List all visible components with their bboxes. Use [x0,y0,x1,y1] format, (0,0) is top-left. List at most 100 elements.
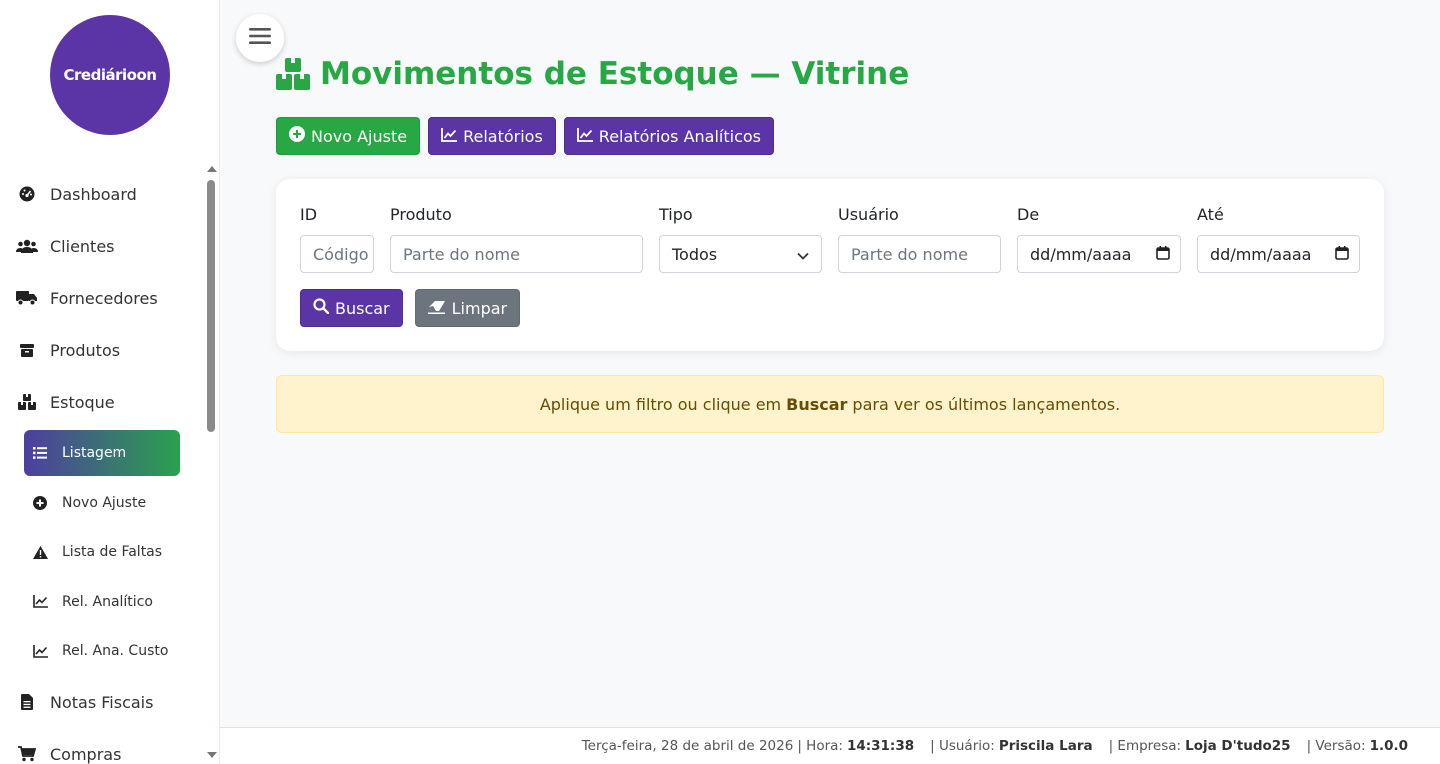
clear-button[interactable]: Limpar [414,289,521,327]
sidebar-subitem-label: Listagem [62,445,127,461]
users-icon [16,237,38,255]
analytic-reports-button[interactable]: Relatórios Analíticos [563,117,775,155]
to-date-label: Até [1197,205,1224,224]
clear-button-label: Limpar [451,298,508,318]
alert-text-after: para ver os últimos lançamentos. [852,394,1121,414]
list-icon [32,445,48,461]
id-label: ID [300,205,318,224]
page-actions: Novo Ajuste Relatórios Relatórios Analít… [276,117,775,155]
sidebar-scrollbar[interactable] [204,160,218,764]
analytic-reports-label: Relatórios Analíticos [598,126,762,146]
sidebar-item-label: Clientes [50,236,115,256]
boxes-icon [16,393,38,411]
search-icon [313,298,330,318]
hamburger-icon [249,27,271,49]
sidebar-item-label: Fornecedores [50,288,158,308]
dashboard-icon [16,185,38,203]
chart-line-icon [576,127,593,146]
sidebar-item-produtos[interactable]: Produtos [0,324,204,376]
filter-card: ID Código Produto Parte do nome Tipo Tod… [276,179,1384,351]
page-title: Movimentos de Estoque — Vitrine [276,52,909,96]
from-date-label: De [1017,205,1040,224]
info-alert: Aplique um filtro ou clique em Buscar pa… [276,375,1384,433]
footer-version: 1.0.0 [1369,738,1408,754]
reports-label: Relatórios [463,126,543,146]
sidebar-subitem-rel-ana-custo[interactable]: Rel. Ana. Custo [0,627,204,677]
warning-icon [32,544,48,560]
footer-company-label: | Empresa: [1108,738,1182,754]
calendar-icon[interactable] [1335,245,1349,264]
product-label: Produto [390,205,452,224]
status-footer: Terça-feira, 28 de abril de 2026 | Hora:… [220,727,1440,764]
to-date-value: dd/mm/aaaa [1210,244,1312,264]
filter-actions: Buscar Limpar [300,289,521,327]
sidebar-item-label: Produtos [50,340,121,360]
user-input[interactable]: Parte do nome [838,235,1001,273]
sidebar-item-estoque[interactable]: Estoque [0,376,204,428]
user-placeholder: Parte do nome [851,244,968,264]
from-date-input[interactable]: dd/mm/aaaa [1017,235,1181,273]
sidebar-item-dashboard[interactable]: Dashboard [0,168,204,220]
type-select[interactable]: Todos [659,235,822,273]
product-placeholder: Parte do nome [403,244,520,264]
user-label: Usuário [838,205,899,224]
cart-icon [16,745,38,763]
plus-circle-icon [32,495,48,511]
footer-time: 14:31:38 [846,738,915,754]
sidebar-subitem-listagem[interactable]: Listagem [24,430,180,476]
boxes-icon [276,58,310,90]
type-selected-value: Todos [672,244,718,264]
sidebar-item-notas-fiscais[interactable]: Notas Fiscais [0,676,204,728]
scroll-down-arrow-icon[interactable] [207,752,217,758]
chart-line-icon [32,643,48,659]
footer-user-label: | Usuário: [930,738,995,754]
new-adjust-label: Novo Ajuste [311,126,408,146]
plus-circle-icon [289,126,305,146]
id-input[interactable]: Código [300,235,374,273]
page-title-text: Movimentos de Estoque — Vitrine [320,56,910,92]
sidebar-item-fornecedores[interactable]: Fornecedores [0,272,204,324]
footer-time-label: | Hora: [797,738,843,754]
sidebar: Crediárioon Dashboard Clientes Fornecedo… [0,0,220,764]
file-icon [16,693,38,711]
box-icon [16,341,38,359]
search-button-label: Buscar [335,298,390,318]
sidebar-subitem-label: Rel. Ana. Custo [62,643,169,660]
sidebar-item-label: Dashboard [50,184,137,204]
id-placeholder: Código [313,244,369,264]
chevron-down-icon [797,245,809,264]
sidebar-subitem-label: Rel. Analítico [62,593,153,610]
footer-version-label: | Versão: [1306,738,1366,754]
scrollbar-thumb[interactable] [207,180,215,432]
product-input[interactable]: Parte do nome [390,235,643,273]
type-label: Tipo [659,205,693,224]
footer-company: Loja D'tudo25 [1185,738,1291,754]
brand-logo[interactable]: Crediárioon [50,15,170,135]
sidebar-item-label: Notas Fiscais [50,692,154,712]
sidebar-subitem-lista-de-faltas[interactable]: Lista de Faltas [0,528,204,578]
brand-logo-text: Crediárioon [63,66,157,84]
search-button[interactable]: Buscar [300,289,403,327]
alert-text-before: Aplique um filtro ou clique em [539,394,782,414]
sidebar-item-compras[interactable]: Compras [0,728,204,764]
chart-line-icon [441,127,458,146]
calendar-icon[interactable] [1156,245,1170,264]
sidebar-subitem-novo-ajuste[interactable]: Novo Ajuste [0,478,204,528]
sidebar-item-label: Compras [50,744,122,764]
chart-line-icon [32,594,48,610]
new-adjust-button[interactable]: Novo Ajuste [276,117,421,155]
footer-date: Terça-feira, 28 de abril de 2026 [581,738,794,754]
truck-icon [16,289,38,307]
to-date-input[interactable]: dd/mm/aaaa [1197,235,1360,273]
scroll-up-arrow-icon[interactable] [207,166,217,172]
footer-user: Priscila Lara [998,738,1093,754]
sidebar-item-clientes[interactable]: Clientes [0,220,204,272]
sidebar-subitem-label: Lista de Faltas [62,544,163,561]
eraser-icon [427,299,446,318]
sidebar-subitem-label: Novo Ajuste [62,494,147,511]
alert-text-strong: Buscar [786,394,848,414]
from-date-value: dd/mm/aaaa [1030,244,1132,264]
reports-button[interactable]: Relatórios [428,117,556,155]
sidebar-subitem-rel-analitico[interactable]: Rel. Analítico [0,577,204,627]
sidebar-item-label: Estoque [50,392,115,412]
